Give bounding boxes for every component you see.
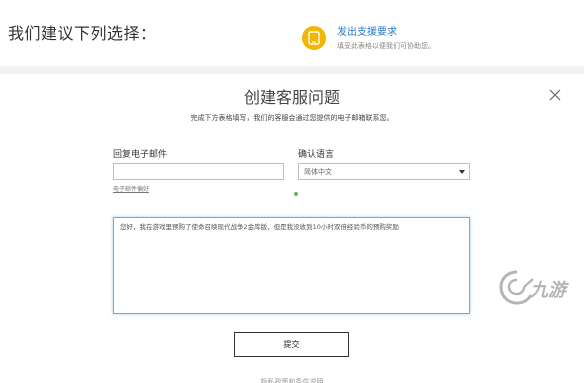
modal-subtitle: 完成下方表格填写，我们的客服会通过您提供的电子邮箱联系您。 [190, 114, 394, 122]
status-dot [294, 192, 298, 196]
email-label: 回复电子邮件 [113, 150, 168, 160]
section-divider [0, 66, 584, 74]
submit-request-description: 填妥此表格以便我们可协助您。 [337, 42, 435, 50]
close-icon[interactable] [548, 88, 562, 102]
phone-tablet-icon[interactable] [302, 26, 326, 50]
language-label: 确认语言 [298, 150, 335, 160]
email-preferences-link[interactable]: 电子邮件偏好 [113, 184, 149, 193]
create-ticket-modal: 创建客服问题 完成下方表格填写，我们的客服会通过您提供的电子邮箱联系您。 回复电… [0, 74, 584, 383]
suggestions-bar: 我们建议下列选择： 发出支援要求 填妥此表格以便我们可协助您。 [0, 0, 584, 66]
footer-cut-text: 隐私政策和条件说明 [260, 378, 324, 383]
submit-button[interactable]: 提交 [234, 332, 349, 357]
modal-title: 创建客服问题 [243, 88, 340, 107]
watermark-text: 九游 [530, 280, 566, 301]
chevron-down-icon [459, 170, 465, 174]
language-selected-value: 简体中文 [304, 168, 332, 176]
language-select[interactable]: 简体中文 [298, 163, 470, 180]
message-textarea[interactable]: 您好，我在游戏里预购了使命召唤现代战争2金库版，但是我没收到10小时双倍经验币的… [113, 217, 470, 314]
submit-request-link[interactable]: 发出支援要求 [337, 23, 397, 38]
suggestions-heading: 我们建议下列选择： [8, 24, 157, 43]
email-field[interactable] [113, 163, 284, 180]
